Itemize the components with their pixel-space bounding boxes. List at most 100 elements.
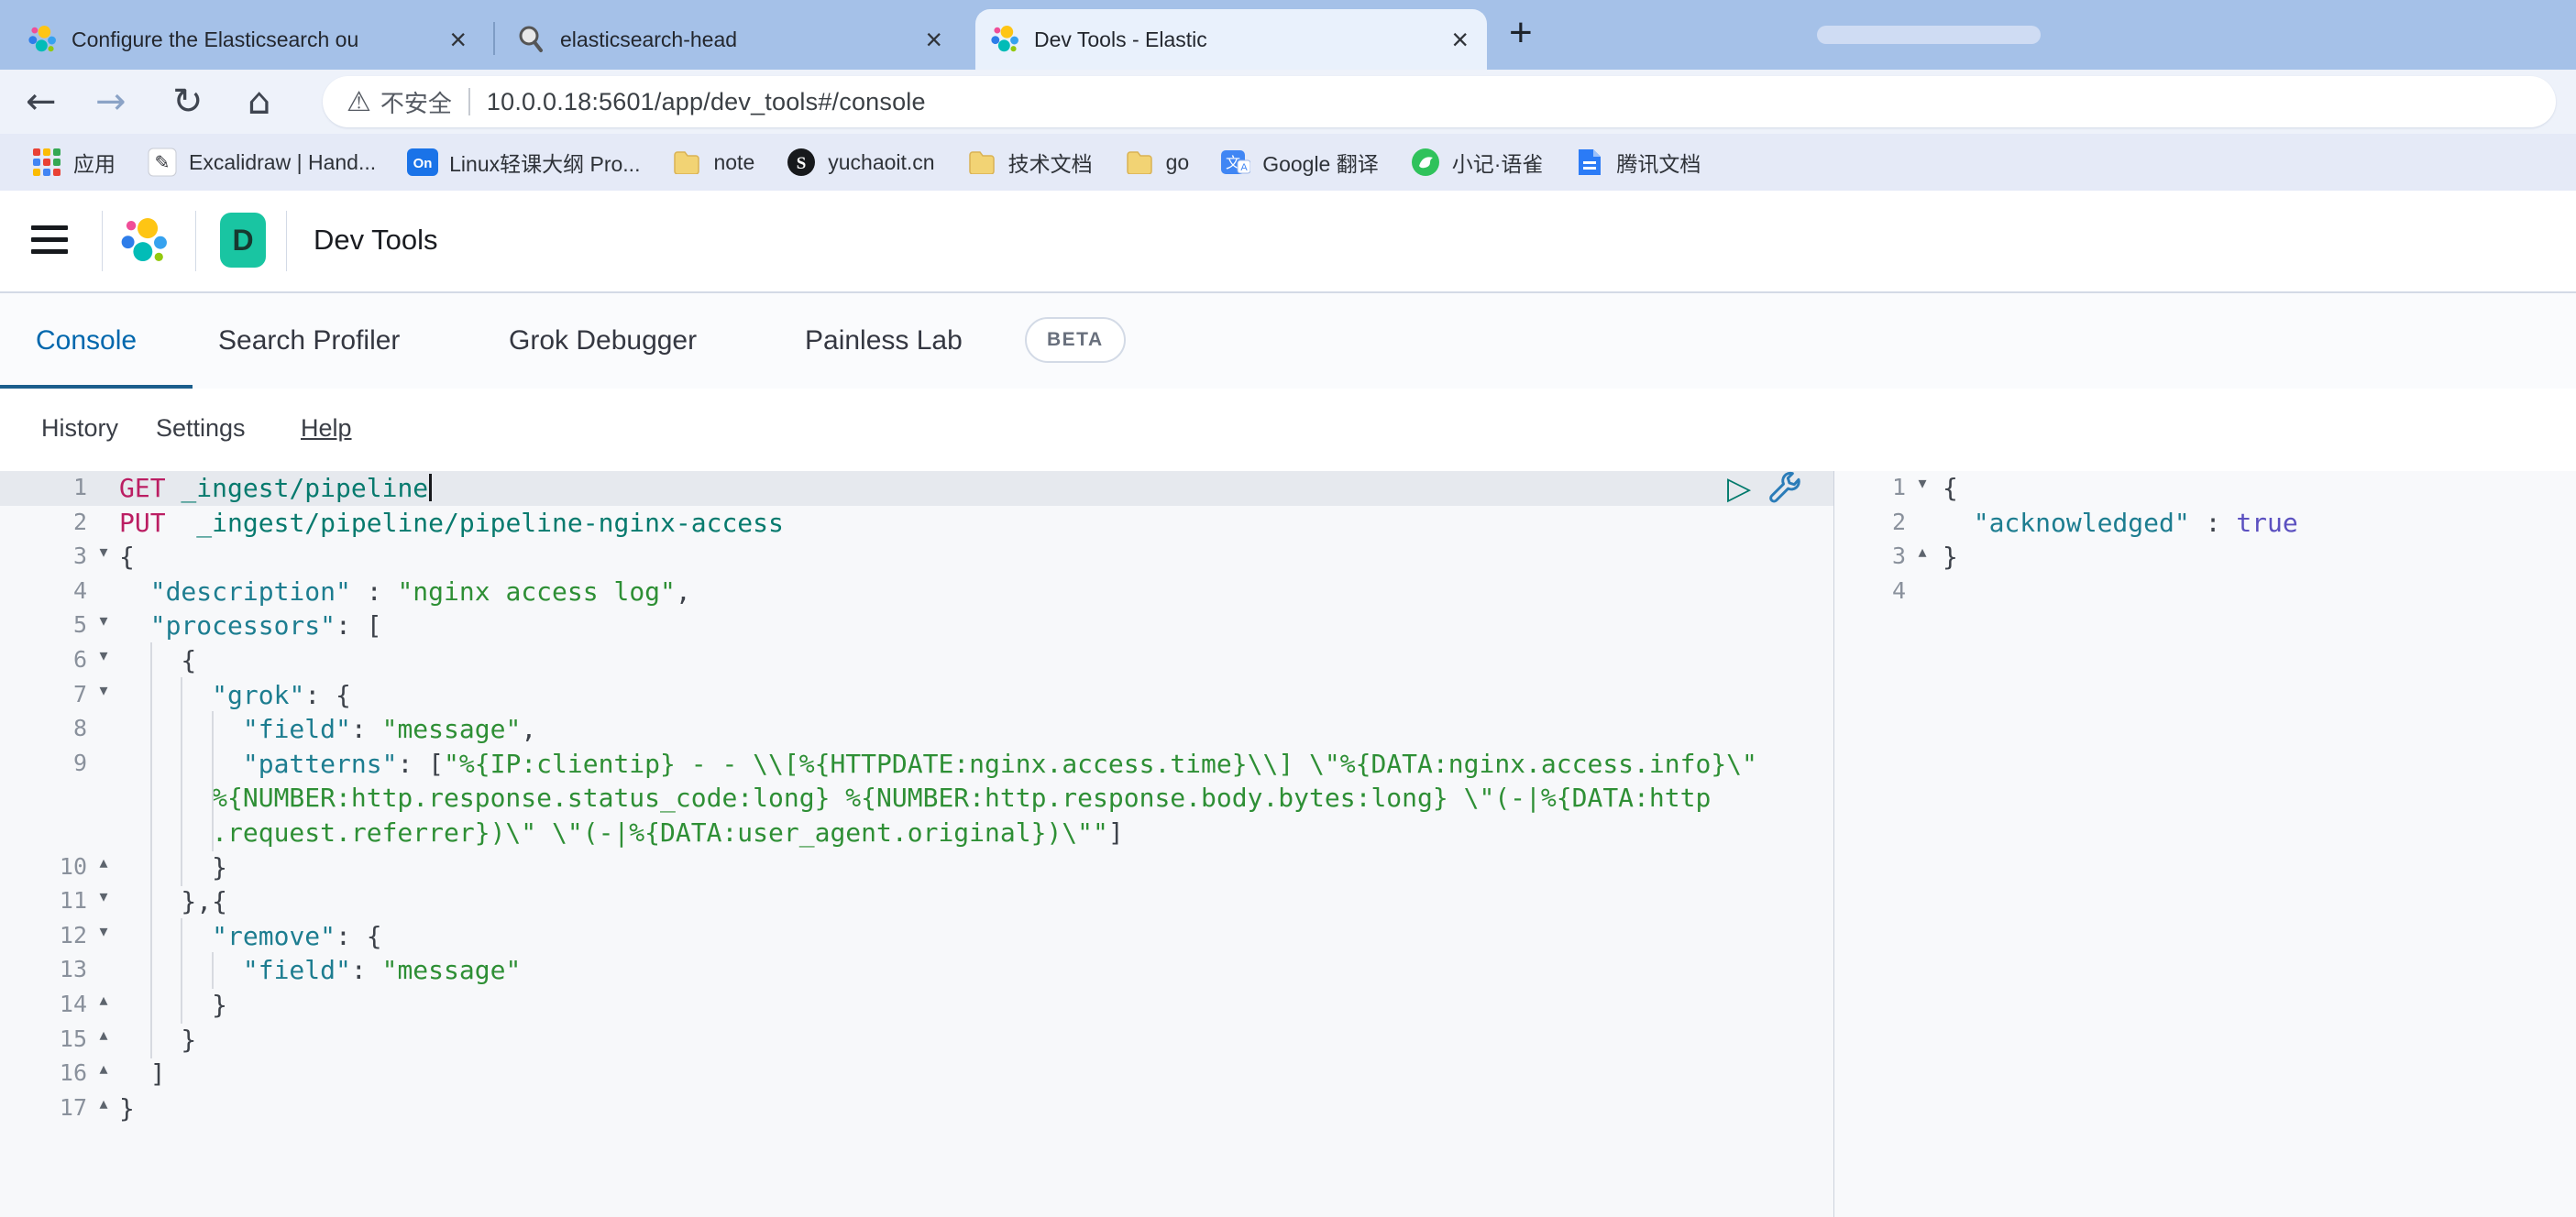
response-code-line[interactable]: 3▴}: [1834, 540, 2576, 575]
svg-text:A: A: [1241, 162, 1249, 173]
fold-toggle-icon[interactable]: ▴: [1910, 543, 1935, 562]
fold-toggle-icon[interactable]: ▴: [91, 1094, 116, 1113]
request-code-line[interactable]: 10▴ }: [0, 850, 1833, 885]
code-text: "field": "message",: [119, 713, 536, 746]
response-code-line[interactable]: 4: [1834, 575, 2576, 609]
request-code-line[interactable]: 11▾ },{: [0, 884, 1833, 919]
send-request-icon[interactable]: ▷: [1727, 473, 1751, 504]
request-code-line[interactable]: 4 "description" : "nginx access log",: [0, 575, 1833, 609]
fold-toggle-icon[interactable]: ▾: [91, 887, 116, 906]
request-code-line[interactable]: 6▾ {: [0, 643, 1833, 678]
elastic-logo-icon[interactable]: [117, 214, 171, 268]
token-method: GET: [119, 473, 166, 503]
tab-close-icon[interactable]: ×: [444, 25, 472, 54]
request-code-line[interactable]: 17▴}: [0, 1091, 1833, 1126]
fold-toggle-icon[interactable]: ▾: [91, 611, 116, 630]
code-text: .request.referrer})\" \"(-|%{DATA:user_a…: [119, 817, 1124, 850]
line-number: 5: [0, 611, 87, 638]
line-number: 4: [1834, 577, 1906, 604]
bookmark-item[interactable]: 小记·语雀: [1410, 147, 1544, 178]
request-code-line[interactable]: 3▾{: [0, 540, 1833, 575]
request-code-line[interactable]: 12▾ "remove": {: [0, 919, 1833, 954]
bookmark-item[interactable]: 技术文档: [966, 147, 1093, 178]
console-link-help[interactable]: Help: [301, 414, 352, 443]
security-label[interactable]: 不安全: [380, 85, 452, 119]
fold-toggle-icon[interactable]: ▴: [91, 1025, 116, 1045]
request-code-line[interactable]: 8 "field": "message",: [0, 712, 1833, 747]
console-link-settings[interactable]: Settings: [156, 414, 246, 443]
bookmark-item[interactable]: 文AGoogle 翻译: [1220, 147, 1379, 178]
tab-close-icon[interactable]: ×: [919, 25, 948, 54]
token-punct: ,: [676, 576, 691, 607]
tab-close-icon[interactable]: ×: [1446, 25, 1474, 54]
browser-tab[interactable]: Dev Tools - Elastic×: [975, 9, 1487, 70]
request-code-line[interactable]: 7▾ "grok": {: [0, 678, 1833, 713]
request-code-line[interactable]: 14▴ }: [0, 988, 1833, 1023]
fold-toggle-icon[interactable]: ▾: [91, 543, 116, 562]
svg-text:✎: ✎: [155, 151, 171, 173]
space-avatar[interactable]: D: [220, 213, 266, 268]
menu-hamburger-icon[interactable]: [31, 225, 68, 257]
bookmark-item[interactable]: note: [671, 147, 754, 178]
request-code-line[interactable]: .request.referrer})\" \"(-|%{DATA:user_a…: [0, 816, 1833, 850]
fold-toggle-icon[interactable]: ▴: [91, 991, 116, 1010]
fold-toggle-icon[interactable]: ▾: [91, 681, 116, 700]
indent-guide: [181, 918, 182, 955]
indent-guide: [150, 952, 152, 989]
token-url: _ingest/pipeline: [166, 473, 429, 503]
line-number: 7: [0, 681, 87, 707]
indent-guide: [150, 815, 152, 851]
request-code-line[interactable]: 1GET _ingest/pipeline▷: [0, 471, 1833, 506]
fold-toggle-icon[interactable]: ▾: [1910, 474, 1935, 493]
bookmark-item[interactable]: go: [1124, 147, 1190, 178]
new-tab-button[interactable]: +: [1509, 13, 1533, 53]
fold-toggle-icon[interactable]: ▾: [91, 646, 116, 665]
request-code-line[interactable]: %{NUMBER:http.response.status_code:long}…: [0, 781, 1833, 816]
token-punct: }: [1943, 542, 1958, 572]
tabstrip-scroll-pill[interactable]: [1817, 26, 2041, 44]
address-bar[interactable]: ⚠ 不安全 10.0.0.18:5601/app/dev_tools#/cons…: [323, 76, 2556, 127]
token-punct: }: [119, 990, 227, 1020]
wrench-icon[interactable]: [1766, 471, 1802, 507]
forward-icon[interactable]: →: [95, 73, 127, 130]
url-text[interactable]: 10.0.0.18:5601/app/dev_tools#/console: [487, 88, 926, 116]
bookmark-item[interactable]: 腾讯文档: [1574, 147, 1701, 178]
browser-tab[interactable]: elasticsearch-head×: [501, 9, 961, 70]
tab-console[interactable]: Console: [36, 293, 137, 389]
request-code-line[interactable]: 2PUT _ingest/pipeline/pipeline-nginx-acc…: [0, 506, 1833, 541]
console-link-history[interactable]: History: [41, 414, 118, 443]
bookmark-item[interactable]: OnLinux轻课大纲 Pro...: [407, 147, 640, 178]
response-code-line[interactable]: 1▾{: [1834, 471, 2576, 506]
request-code-line[interactable]: 13 "field": "message": [0, 953, 1833, 988]
token-str: "%{IP:clientip} - - \\[%{HTTPDATE:nginx.…: [444, 749, 1757, 779]
request-editor[interactable]: 1GET _ingest/pipeline▷2PUT _ingest/pipel…: [0, 471, 1833, 1217]
token-punct: ]: [119, 1058, 166, 1089]
indent-guide: [212, 780, 214, 817]
fold-toggle-icon[interactable]: ▴: [91, 853, 116, 872]
bookmark-item[interactable]: 应用: [31, 147, 116, 178]
request-code-line[interactable]: 15▴ }: [0, 1023, 1833, 1058]
tab-search-profiler[interactable]: Search Profiler: [218, 293, 400, 389]
response-editor[interactable]: 1▾{2 "acknowledged" : true3▴}4: [1834, 471, 2576, 1217]
line-number: 3: [0, 543, 87, 569]
token-url: _ingest/pipeline/pipeline-nginx-access: [166, 508, 784, 538]
request-code-line[interactable]: 9 "patterns": ["%{IP:clientip} - - \\[%{…: [0, 747, 1833, 782]
apps-grid-icon: [31, 147, 62, 178]
response-code-line[interactable]: 2 "acknowledged" : true: [1834, 506, 2576, 541]
tab-painless-lab[interactable]: Painless Lab: [805, 293, 963, 389]
indent-guide: [181, 952, 182, 989]
line-number: 4: [0, 577, 87, 604]
request-code-line[interactable]: 16▴ ]: [0, 1057, 1833, 1091]
bookmark-item[interactable]: ✎Excalidraw | Hand...: [147, 147, 376, 178]
back-icon[interactable]: ←: [26, 73, 57, 130]
tab-grok-debugger[interactable]: Grok Debugger: [509, 293, 697, 389]
fold-toggle-icon[interactable]: ▾: [91, 922, 116, 941]
request-code-line[interactable]: 5▾ "processors": [: [0, 608, 1833, 643]
reload-icon[interactable]: ↻: [172, 73, 204, 130]
request-actions: ▷: [1727, 471, 1802, 506]
browser-tab[interactable]: Configure the Elasticsearch ou×: [13, 9, 485, 70]
home-icon[interactable]: ⌂: [248, 73, 270, 130]
fold-toggle-icon[interactable]: ▴: [91, 1059, 116, 1079]
code-text: {: [119, 644, 196, 677]
bookmark-item[interactable]: Syuchaoit.cn: [786, 147, 934, 178]
